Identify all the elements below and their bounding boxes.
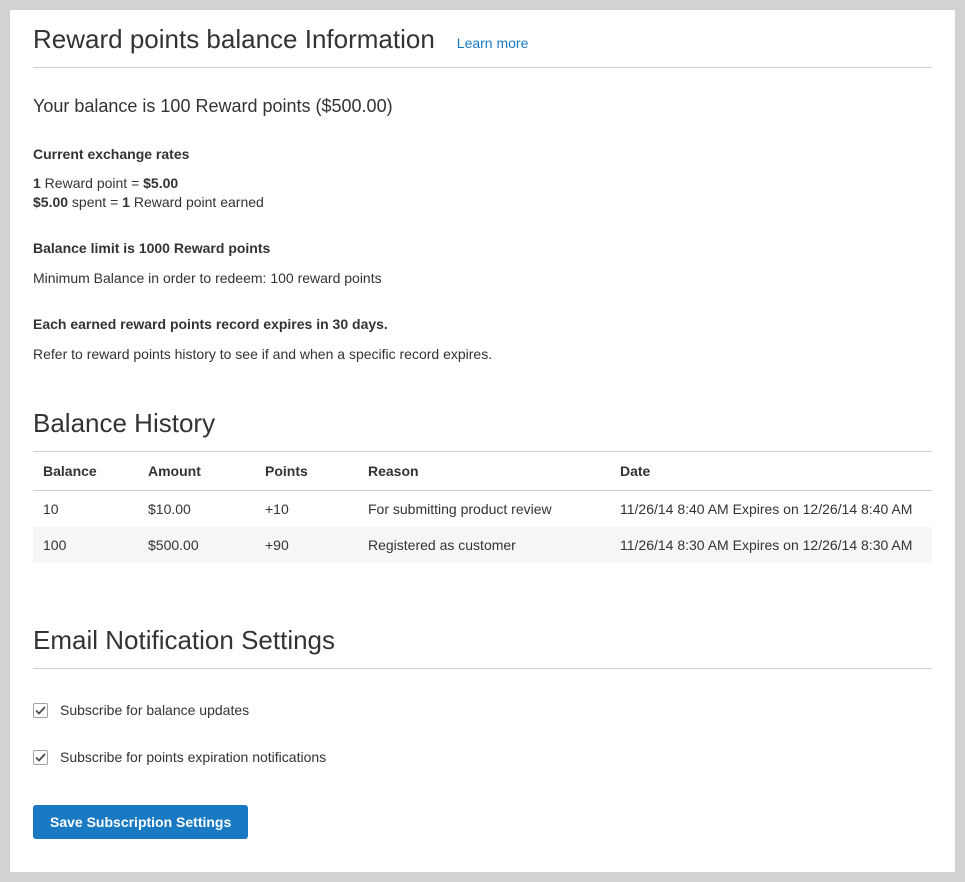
cell-balance: 100	[33, 527, 138, 563]
points-expiration-label[interactable]: Subscribe for points expiration notifica…	[60, 749, 326, 765]
cell-reason: For submitting product review	[358, 491, 610, 528]
expiration-block: Each earned reward points record expires…	[33, 315, 932, 364]
exchange-rates-lines: 1 Reward point = $5.00 $5.00 spent = 1 R…	[33, 174, 932, 212]
balance-history-section: Balance History Balance Amount Points Re…	[33, 408, 932, 563]
save-subscription-settings-button[interactable]: Save Subscription Settings	[33, 805, 248, 839]
checkmark-icon	[35, 706, 46, 715]
balance-updates-checkbox[interactable]	[33, 703, 48, 718]
balance-limit-body: Minimum Balance in order to redeem: 100 …	[33, 269, 932, 288]
balance-updates-option: Subscribe for balance updates	[33, 702, 932, 718]
cell-reason: Registered as customer	[358, 527, 610, 563]
points-expiration-option: Subscribe for points expiration notifica…	[33, 749, 932, 765]
cell-amount: $10.00	[138, 491, 255, 528]
cell-date: 11/26/14 8:30 AM Expires on 12/26/14 8:3…	[610, 527, 932, 563]
reward-points-page: Reward points balance Information Learn …	[10, 10, 955, 872]
exchange-rates-block: Current exchange rates 1 Reward point = …	[33, 145, 932, 212]
expiration-heading: Each earned reward points record expires…	[33, 315, 932, 334]
column-header-reason: Reason	[358, 452, 610, 491]
expiration-body: Refer to reward points history to see if…	[33, 345, 932, 364]
email-notification-header: Email Notification Settings	[33, 625, 932, 669]
balance-summary: Your balance is 100 Reward points ($500.…	[33, 94, 932, 118]
balance-history-title: Balance History	[33, 408, 215, 438]
cell-balance: 10	[33, 491, 138, 528]
exchange-rate-line-1: 1 Reward point = $5.00	[33, 174, 932, 193]
points-expiration-checkbox[interactable]	[33, 750, 48, 765]
exchange-rates-heading: Current exchange rates	[33, 145, 932, 164]
email-notification-title: Email Notification Settings	[33, 625, 335, 655]
balance-history-table: Balance Amount Points Reason Date 10 $10…	[33, 452, 932, 563]
cell-date: 11/26/14 8:40 AM Expires on 12/26/14 8:4…	[610, 491, 932, 528]
balance-history-header: Balance History	[33, 408, 932, 452]
email-notification-section: Email Notification Settings Subscribe fo…	[33, 625, 932, 839]
column-header-points: Points	[255, 452, 358, 491]
learn-more-link[interactable]: Learn more	[457, 35, 529, 51]
page-title: Reward points balance Information	[33, 24, 435, 54]
cell-amount: $500.00	[138, 527, 255, 563]
column-header-balance: Balance	[33, 452, 138, 491]
column-header-date: Date	[610, 452, 932, 491]
page-header: Reward points balance Information Learn …	[33, 24, 932, 68]
balance-limit-heading: Balance limit is 1000 Reward points	[33, 239, 932, 258]
exchange-rate-line-2: $5.00 spent = 1 Reward point earned	[33, 193, 932, 212]
cell-points: +90	[255, 527, 358, 563]
balance-updates-label[interactable]: Subscribe for balance updates	[60, 702, 249, 718]
table-row: 100 $500.00 +90 Registered as customer 1…	[33, 527, 932, 563]
balance-limit-block: Balance limit is 1000 Reward points Mini…	[33, 239, 932, 288]
table-header-row: Balance Amount Points Reason Date	[33, 452, 932, 491]
checkmark-icon	[35, 753, 46, 762]
table-row: 10 $10.00 +10 For submitting product rev…	[33, 491, 932, 528]
column-header-amount: Amount	[138, 452, 255, 491]
cell-points: +10	[255, 491, 358, 528]
